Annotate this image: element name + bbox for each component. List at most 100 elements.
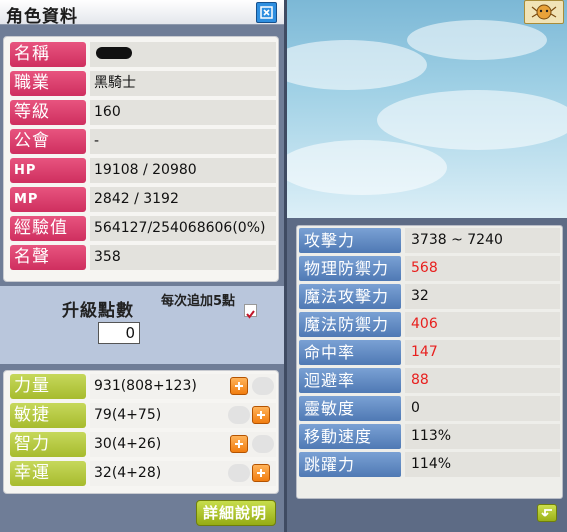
detail-label: 靈敏度 (299, 396, 401, 421)
info-value: 358 (90, 245, 276, 270)
info-label: 名聲 (10, 245, 86, 270)
character-info-panel: 角色資料 名稱 職業 黑騎士 等級 160 公會 - HP 19108 / 20… (0, 0, 284, 532)
game-background (287, 0, 567, 218)
stat-label: 敏捷 (10, 403, 86, 428)
info-label: 等級 (10, 100, 86, 125)
detail-value: 88 (405, 368, 560, 393)
close-detail-button[interactable] (537, 504, 557, 522)
info-label: 公會 (10, 129, 86, 154)
detail-row-accuracy: 命中率 147 (299, 340, 560, 365)
detail-row-wdef: 物理防禦力 568 (299, 256, 560, 281)
close-icon (260, 6, 273, 19)
add-luk-button[interactable] (252, 464, 270, 482)
checkmark-icon (246, 310, 255, 319)
detail-value: 32 (405, 284, 560, 309)
info-row-hp: HP 19108 / 20980 (10, 158, 276, 183)
stats-box: 力量 931(808+123) 敏捷 79(4+75) 智力 30(4+26) … (3, 370, 279, 494)
cloud (287, 140, 447, 195)
stat-label: 智力 (10, 432, 86, 457)
stat-indicator (252, 435, 274, 453)
info-row-job: 職業 黑騎士 (10, 71, 276, 96)
add-dex-button[interactable] (252, 406, 270, 424)
detail-value: 114% (405, 452, 560, 477)
info-row-level: 等級 160 (10, 100, 276, 125)
cloud (407, 20, 547, 60)
info-value-name (90, 42, 276, 67)
plus-icon (257, 469, 265, 477)
stat-row-int: 智力 30(4+26) (10, 432, 276, 457)
detail-stats-box: 攻擊力 3738 ~ 7240 物理防禦力 568 魔法攻擊力 32 魔法防禦力… (296, 225, 563, 499)
add-int-button[interactable] (230, 435, 248, 453)
tiger-emblem-button[interactable] (524, 0, 564, 24)
detail-value: 3738 ~ 7240 (405, 228, 560, 253)
ap-label: 升級點數 (62, 301, 134, 321)
detail-label: 攻擊力 (299, 228, 401, 253)
tiger-emblem-icon (531, 4, 557, 20)
auto-assign-label: 每次追加5點 (160, 294, 236, 309)
detail-button-label: 詳細說明 (203, 504, 268, 522)
info-label: 經驗值 (10, 216, 86, 241)
detail-stats-panel: 攻擊力 3738 ~ 7240 物理防禦力 568 魔法攻擊力 32 魔法防禦力… (287, 218, 567, 532)
stat-value: 931(808+123) (90, 374, 276, 399)
detail-row-mdef: 魔法防禦力 406 (299, 312, 560, 337)
stat-value: 30(4+26) (90, 432, 276, 457)
name-redaction (96, 47, 132, 59)
auto-assign-checkbox[interactable] (244, 304, 257, 319)
stat-label: 力量 (10, 374, 86, 399)
detail-label: 跳躍力 (299, 452, 401, 477)
detail-value: 147 (405, 340, 560, 365)
info-label: 職業 (10, 71, 86, 96)
detail-row-hands: 靈敏度 0 (299, 396, 560, 421)
detail-row-jump: 跳躍力 114% (299, 452, 560, 477)
detail-label: 物理防禦力 (299, 256, 401, 281)
close-button[interactable] (256, 2, 277, 23)
detail-label: 命中率 (299, 340, 401, 365)
info-value: - (90, 129, 276, 154)
info-value: 160 (90, 100, 276, 125)
info-value: 19108 / 20980 (90, 158, 276, 183)
detail-label: 魔法攻擊力 (299, 284, 401, 309)
cloud (287, 40, 427, 90)
stat-row-luk: 幸運 32(4+28) (10, 461, 276, 486)
info-row-fame: 名聲 358 (10, 245, 276, 270)
plus-icon (235, 382, 243, 390)
stat-label: 幸運 (10, 461, 86, 486)
detail-row-matk: 魔法攻擊力 32 (299, 284, 560, 309)
basic-info-box: 名稱 職業 黑騎士 等級 160 公會 - HP 19108 / 20980 M… (3, 36, 279, 282)
info-label: HP (10, 158, 86, 183)
detail-value: 406 (405, 312, 560, 337)
info-label: MP (10, 187, 86, 212)
stat-indicator (228, 406, 250, 424)
window-title: 角色資料 (6, 7, 78, 27)
stat-row-dex: 敏捷 79(4+75) (10, 403, 276, 428)
info-row-mp: MP 2842 / 3192 (10, 187, 276, 212)
info-value: 黑騎士 (90, 71, 276, 96)
detail-label: 魔法防禦力 (299, 312, 401, 337)
detail-value: 0 (405, 396, 560, 421)
detail-value: 113% (405, 424, 560, 449)
ap-value-field: 0 (98, 322, 140, 344)
detail-row-speed: 移動速度 113% (299, 424, 560, 449)
cloud (377, 90, 567, 150)
detail-label: 移動速度 (299, 424, 401, 449)
info-row-exp: 經驗值 564127/254068606(0%) (10, 216, 276, 241)
stat-indicator (252, 377, 274, 395)
detail-label: 迴避率 (299, 368, 401, 393)
stat-indicator (228, 464, 250, 482)
info-value: 564127/254068606(0%) (90, 216, 276, 241)
title-bar[interactable]: 角色資料 (0, 0, 284, 27)
ability-points-area: 升級點數 0 每次追加5點 (0, 286, 284, 364)
detail-value: 568 (405, 256, 560, 281)
stat-row-str: 力量 931(808+123) (10, 374, 276, 399)
plus-icon (235, 440, 243, 448)
detail-info-button[interactable]: 詳細說明 (196, 500, 276, 526)
info-row-guild: 公會 - (10, 129, 276, 154)
add-str-button[interactable] (230, 377, 248, 395)
detail-row-attack: 攻擊力 3738 ~ 7240 (299, 228, 560, 253)
info-row-name: 名稱 (10, 42, 276, 67)
info-label: 名稱 (10, 42, 86, 67)
back-arrow-icon (541, 509, 552, 517)
plus-icon (257, 411, 265, 419)
info-value: 2842 / 3192 (90, 187, 276, 212)
detail-row-avoid: 迴避率 88 (299, 368, 560, 393)
